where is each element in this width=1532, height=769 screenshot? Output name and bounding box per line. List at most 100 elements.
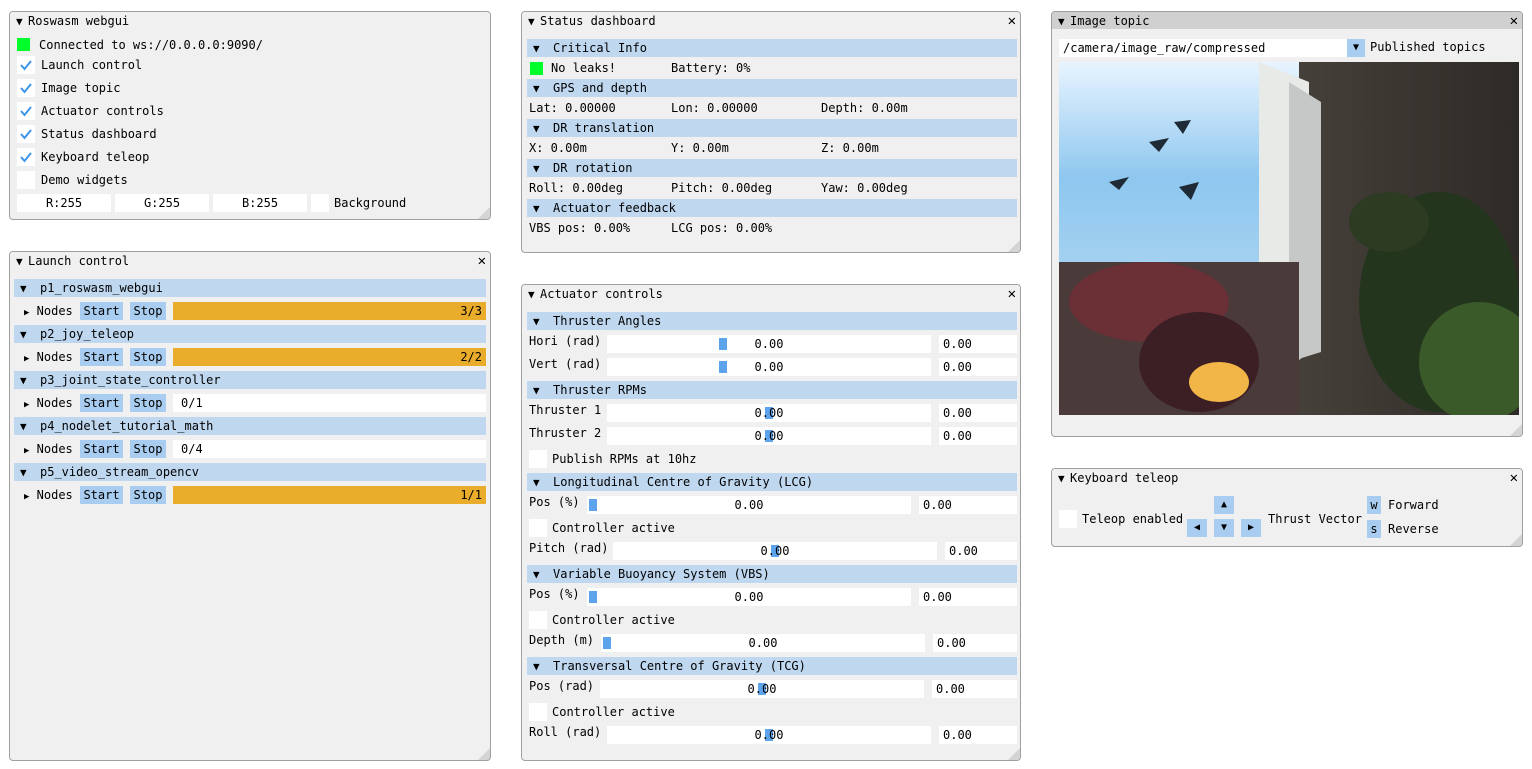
start-button[interactable]: Start: [80, 440, 123, 458]
stop-button[interactable]: Stop: [130, 394, 166, 412]
blue-channel-input[interactable]: B:255: [213, 194, 307, 212]
stop-button[interactable]: Stop: [130, 302, 166, 320]
critical-info-header[interactable]: ▼ Critical Info: [527, 39, 1017, 57]
nodes-tree-node[interactable]: ▶ Nodes: [24, 393, 73, 413]
close-icon[interactable]: ✕: [1008, 12, 1016, 30]
vert-slider[interactable]: 0.00: [607, 358, 931, 376]
tcg-header[interactable]: ▼ Transversal Centre of Gravity (TCG): [527, 657, 1017, 675]
start-button[interactable]: Start: [80, 486, 123, 504]
chevron-down-icon[interactable]: ▼: [1347, 39, 1365, 57]
pitch-slider[interactable]: 0.00: [613, 542, 937, 560]
launch-control-titlebar[interactable]: ▼ Launch control ✕: [10, 252, 490, 270]
demo-widgets-checkbox[interactable]: [17, 171, 35, 189]
status-dashboard-checkbox[interactable]: [17, 125, 35, 143]
vert-input[interactable]: 0.00: [939, 358, 1017, 376]
slider-grab[interactable]: [589, 499, 597, 511]
dr-translation-header[interactable]: ▼ DR translation: [527, 119, 1017, 137]
launch-item-header[interactable]: ▼ p4_nodelet_tutorial_math: [14, 417, 486, 435]
nodes-tree-node[interactable]: ▶ Nodes: [24, 347, 73, 367]
stop-button[interactable]: Stop: [130, 440, 166, 458]
resize-grip[interactable]: [1008, 240, 1020, 252]
close-icon[interactable]: ✕: [1008, 285, 1016, 303]
arrow-down-icon[interactable]: ▼: [1214, 519, 1234, 537]
actuator-controls-titlebar[interactable]: ▼ Actuator controls ✕: [522, 285, 1020, 303]
close-icon[interactable]: ✕: [1510, 469, 1518, 487]
tcg-controller-checkbox[interactable]: [529, 703, 547, 721]
vbs-controller-checkbox[interactable]: [529, 611, 547, 629]
s-key-button[interactable]: s: [1367, 520, 1381, 538]
vbs-pos-input[interactable]: 0.00: [919, 588, 1017, 606]
lcg-pos-slider[interactable]: 0.00: [587, 496, 911, 514]
collapse-arrow-icon[interactable]: ▼: [528, 13, 540, 31]
collapse-arrow-icon[interactable]: ▼: [1058, 13, 1070, 31]
arrow-left-icon[interactable]: ◀: [1187, 519, 1207, 537]
depth-input[interactable]: 0.00: [933, 634, 1017, 652]
collapse-arrow-icon[interactable]: ▼: [1058, 470, 1070, 488]
publish-rpms-checkbox[interactable]: [529, 450, 547, 468]
vbs-pos-slider[interactable]: 0.00: [587, 588, 911, 606]
thruster-angles-header[interactable]: ▼ Thruster Angles: [527, 312, 1017, 330]
arrow-right-icon[interactable]: ▶: [1241, 519, 1261, 537]
thruster-2-input[interactable]: 0.00: [939, 427, 1017, 445]
teleop-enabled-checkbox[interactable]: [1059, 510, 1077, 528]
green-channel-input[interactable]: G:255: [115, 194, 209, 212]
roll-input[interactable]: 0.00: [939, 726, 1017, 744]
slider-grab[interactable]: [719, 338, 727, 350]
launch-item-header[interactable]: ▼ p2_joy_teleop: [14, 325, 486, 343]
actuator-controls-checkbox[interactable]: [17, 102, 35, 120]
thruster-1-input[interactable]: 0.00: [939, 404, 1017, 422]
arrow-up-icon[interactable]: ▲: [1214, 496, 1234, 514]
launch-item-header[interactable]: ▼ p1_roswasm_webgui: [14, 279, 486, 297]
collapse-arrow-icon[interactable]: ▼: [16, 253, 28, 271]
resize-grip[interactable]: [1510, 534, 1522, 546]
background-color-swatch[interactable]: [311, 194, 329, 212]
thruster-rpms-header[interactable]: ▼ Thruster RPMs: [527, 381, 1017, 399]
actuator-feedback-header[interactable]: ▼ Actuator feedback: [527, 199, 1017, 217]
close-icon[interactable]: ✕: [1510, 12, 1518, 30]
hori-slider[interactable]: 0.00: [607, 335, 931, 353]
roswasm-webgui-titlebar[interactable]: ▼ Roswasm webgui: [10, 12, 490, 30]
resize-grip[interactable]: [1510, 424, 1522, 436]
stop-button[interactable]: Stop: [130, 348, 166, 366]
topic-combo[interactable]: /camera/image_raw/compressed: [1059, 39, 1347, 57]
nodes-tree-node[interactable]: ▶ Nodes: [24, 301, 73, 321]
lcg-controller-checkbox[interactable]: [529, 519, 547, 537]
depth-slider[interactable]: 0.00: [601, 634, 925, 652]
resize-grip[interactable]: [478, 748, 490, 760]
start-button[interactable]: Start: [80, 302, 123, 320]
resize-grip[interactable]: [478, 207, 490, 219]
slider-grab[interactable]: [603, 637, 611, 649]
tcg-pos-slider[interactable]: 0.00: [600, 680, 924, 698]
stop-button[interactable]: Stop: [130, 486, 166, 504]
gps-depth-header[interactable]: ▼ GPS and depth: [527, 79, 1017, 97]
start-button[interactable]: Start: [80, 348, 123, 366]
w-key-button[interactable]: w: [1367, 496, 1381, 514]
start-button[interactable]: Start: [80, 394, 123, 412]
keyboard-teleop-checkbox[interactable]: [17, 148, 35, 166]
thruster-2-slider[interactable]: 0.00: [607, 427, 931, 445]
keyboard-teleop-titlebar[interactable]: ▼ Keyboard teleop ✕: [1052, 469, 1522, 487]
launch-item-header[interactable]: ▼ p3_joint_state_controller: [14, 371, 486, 389]
launch-item-header[interactable]: ▼ p5_video_stream_opencv: [14, 463, 486, 481]
launch-control-checkbox[interactable]: [17, 56, 35, 74]
lcg-header[interactable]: ▼ Longitudinal Centre of Gravity (LCG): [527, 473, 1017, 491]
collapse-arrow-icon[interactable]: ▼: [16, 13, 28, 31]
resize-grip[interactable]: [1008, 748, 1020, 760]
thruster-1-slider[interactable]: 0.00: [607, 404, 931, 422]
slider-grab[interactable]: [719, 361, 727, 373]
slider-grab[interactable]: [589, 591, 597, 603]
image-topic-titlebar[interactable]: ▼ Image topic ✕: [1052, 12, 1522, 30]
status-dashboard-titlebar[interactable]: ▼ Status dashboard ✕: [522, 12, 1020, 30]
pitch-input[interactable]: 0.00: [945, 542, 1017, 560]
tcg-pos-input[interactable]: 0.00: [932, 680, 1017, 698]
hori-input[interactable]: 0.00: [939, 335, 1017, 353]
image-topic-checkbox[interactable]: [17, 79, 35, 97]
close-icon[interactable]: ✕: [478, 252, 486, 270]
nodes-tree-node[interactable]: ▶ Nodes: [24, 485, 73, 505]
roll-slider[interactable]: 0.00: [607, 726, 931, 744]
red-channel-input[interactable]: R:255: [17, 194, 111, 212]
collapse-arrow-icon[interactable]: ▼: [528, 286, 540, 304]
lcg-pos-input[interactable]: 0.00: [919, 496, 1017, 514]
dr-rotation-header[interactable]: ▼ DR rotation: [527, 159, 1017, 177]
nodes-tree-node[interactable]: ▶ Nodes: [24, 439, 73, 459]
